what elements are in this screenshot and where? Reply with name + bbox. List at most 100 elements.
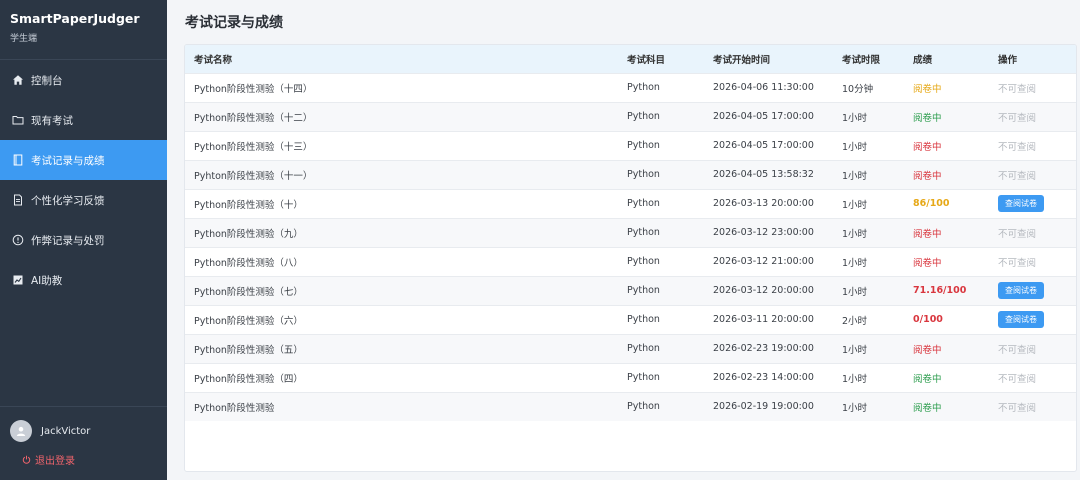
cell-start-time: 2026-04-05 17:00:00: [713, 111, 814, 122]
exam-records-table: 考试名称 考试科目 考试开始时间 考试时限 成绩 操作 Python阶段性测验（…: [185, 45, 1076, 421]
cell-action: 不可查阅: [989, 73, 1076, 102]
cell-score: 阅卷中: [913, 228, 942, 240]
view-paper-button[interactable]: 查阅试卷: [998, 311, 1044, 328]
cell-time-limit: 2小时: [842, 315, 868, 327]
not-viewable-text: 不可查阅: [998, 402, 1037, 414]
cell-start-time: 2026-03-13 20:00:00: [713, 198, 814, 209]
sidebar-item-label: AI助教: [31, 274, 63, 287]
cell-time-limit: 1小时: [842, 199, 868, 211]
header-subject: 考试科目: [627, 54, 666, 66]
not-viewable-text: 不可查阅: [998, 83, 1037, 95]
cell-time-limit: 1小时: [842, 257, 868, 269]
cell-time-limit: 1小时: [842, 373, 868, 385]
alert-circle-icon: [12, 234, 24, 246]
sidebar-item-label: 现有考试: [31, 114, 73, 127]
cell-subject: Python: [627, 82, 660, 93]
cell-action: 查阅试卷: [989, 305, 1076, 334]
home-icon: [12, 74, 24, 86]
cell-exam-name: Python阶段性测验（十三）: [194, 141, 313, 153]
cell-exam-name: Python阶段性测验（十四）: [194, 83, 313, 95]
user-profile[interactable]: JackVictor: [0, 407, 167, 442]
view-paper-button[interactable]: 查阅试卷: [998, 282, 1044, 299]
cell-score: 阅卷中: [913, 112, 942, 124]
cell-subject: Python: [627, 111, 660, 122]
table-row: Python阶段性测验（六） Python 2026-03-11 20:00:00 2…: [185, 305, 1076, 334]
table-row: Python阶段性测验（十三） Python 2026-04-05 17:00:00…: [185, 131, 1076, 160]
cell-action: 不可查阅: [989, 218, 1076, 247]
cell-subject: Python: [627, 140, 660, 151]
header-score: 成绩: [913, 54, 933, 66]
cell-exam-name: Python阶段性测验（十）: [194, 199, 303, 211]
cell-start-time: 2026-03-12 23:00:00: [713, 227, 814, 238]
document-icon: [12, 194, 24, 206]
sidebar-item-cheating-records[interactable]: 作弊记录与处罚: [0, 220, 167, 260]
sidebar-item-exam-records[interactable]: 考试记录与成绩: [0, 140, 167, 180]
view-paper-button[interactable]: 查阅试卷: [998, 195, 1044, 212]
cell-action: 不可查阅: [989, 131, 1076, 160]
notebook-icon: [12, 154, 24, 166]
cell-score: 71.16/100: [913, 285, 967, 296]
exam-records-card: 考试名称 考试科目 考试开始时间 考试时限 成绩 操作 Python阶段性测验（…: [184, 44, 1077, 472]
cell-time-limit: 10分钟: [842, 83, 874, 95]
table-row: Python阶段性测验（五） Python 2026-02-23 19:00:00 1…: [185, 334, 1076, 363]
brand: SmartPaperJudger 学生端: [0, 0, 167, 60]
folder-icon: [12, 114, 24, 126]
cell-exam-name: Python阶段性测验（七）: [194, 286, 303, 298]
cell-start-time: 2026-02-23 14:00:00: [713, 372, 814, 383]
table-body: Python阶段性测验（十四） Python 2026-04-06 11:30:00…: [185, 73, 1076, 421]
sidebar-item-label: 个性化学习反馈: [31, 194, 105, 207]
sidebar-item-learning-feedback[interactable]: 个性化学习反馈: [0, 180, 167, 220]
cell-subject: Python: [627, 314, 660, 325]
table-row: Python阶段性测验（八） Python 2026-03-12 21:00:00 1…: [185, 247, 1076, 276]
cell-subject: Python: [627, 372, 660, 383]
cell-start-time: 2026-04-06 11:30:00: [713, 82, 814, 93]
header-time-limit: 考试时限: [842, 54, 881, 66]
user-name: JackVictor: [41, 425, 91, 437]
sidebar-item-dashboard[interactable]: 控制台: [0, 60, 167, 100]
cell-subject: Python: [627, 227, 660, 238]
cell-action: 不可查阅: [989, 102, 1076, 131]
cell-exam-name: Python阶段性测验（九）: [194, 228, 303, 240]
not-viewable-text: 不可查阅: [998, 373, 1037, 385]
not-viewable-text: 不可查阅: [998, 170, 1037, 182]
cell-time-limit: 1小时: [842, 344, 868, 356]
cell-exam-name: Python阶段性测验: [194, 402, 275, 414]
cell-exam-name: Python阶段性测验（四）: [194, 373, 303, 385]
table-row: Python阶段性测验（十） Python 2026-03-13 20:00:00 1…: [185, 189, 1076, 218]
not-viewable-text: 不可查阅: [998, 228, 1037, 240]
cell-score: 86/100: [913, 198, 950, 209]
cell-subject: Python: [627, 198, 660, 209]
cell-subject: Python: [627, 343, 660, 354]
not-viewable-text: 不可查阅: [998, 257, 1037, 269]
cell-score: 0/100: [913, 314, 943, 325]
cell-start-time: 2026-03-12 21:00:00: [713, 256, 814, 267]
power-icon: [22, 455, 31, 464]
main-content: 考试记录与成绩 考试名称 考试科目 考试开始时间 考试时限 成绩 操作 Pyth…: [167, 0, 1080, 480]
cell-exam-name: Python阶段性测验（六）: [194, 315, 303, 327]
logout-button[interactable]: 退出登录: [0, 442, 167, 467]
table-row: Python阶段性测验（十四） Python 2026-04-06 11:30:00…: [185, 73, 1076, 102]
cell-exam-name: Python阶段性测验（五）: [194, 344, 303, 356]
cell-start-time: 2026-02-23 19:00:00: [713, 343, 814, 354]
table-row: Python阶段性测验（四） Python 2026-02-23 14:00:00 1…: [185, 363, 1076, 392]
cell-action: 不可查阅: [989, 160, 1076, 189]
cell-time-limit: 1小时: [842, 112, 868, 124]
table-row: Python阶段性测验（九） Python 2026-03-12 23:00:00 1…: [185, 218, 1076, 247]
cell-action: 查阅试卷: [989, 276, 1076, 305]
cell-start-time: 2026-02-19 19:00:00: [713, 401, 814, 413]
sidebar-item-ai-assistant[interactable]: AI助教: [0, 260, 167, 300]
cell-start-time: 2026-04-05 17:00:00: [713, 140, 814, 151]
cell-start-time: 2026-04-05 13:58:32: [713, 169, 814, 180]
chart-icon: [12, 274, 24, 286]
sidebar-item-current-exams[interactable]: 现有考试: [0, 100, 167, 140]
cell-time-limit: 1小时: [842, 170, 868, 182]
brand-title: SmartPaperJudger: [10, 11, 140, 26]
cell-start-time: 2026-03-12 20:00:00: [713, 285, 814, 296]
header-exam-name: 考试名称: [194, 54, 233, 66]
not-viewable-text: 不可查阅: [998, 344, 1037, 356]
cell-time-limit: 1小时: [842, 402, 868, 414]
cell-action: 不可查阅: [989, 363, 1076, 392]
cell-time-limit: 1小时: [842, 286, 868, 298]
cell-exam-name: Pyhton阶段性测验（十一）: [194, 170, 313, 182]
cell-subject: Python: [627, 285, 660, 296]
